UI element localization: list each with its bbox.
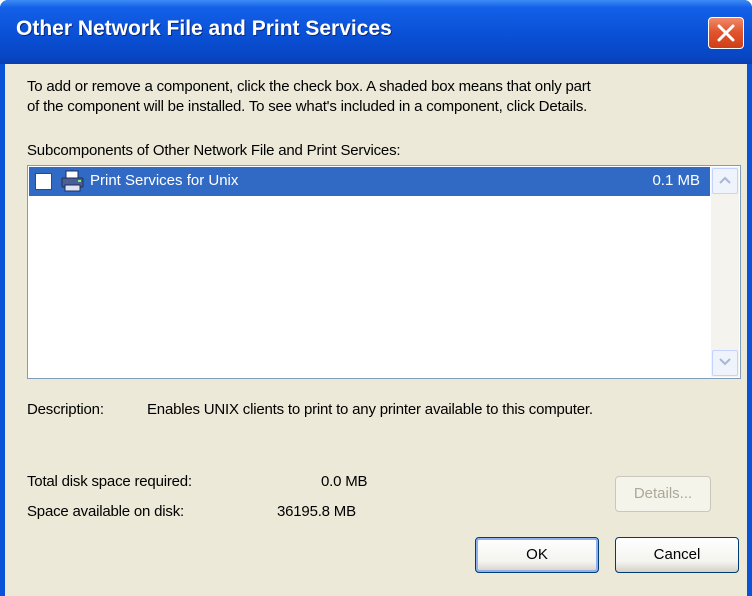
chevron-down-icon [719,358,731,366]
disk-available-label: Space available on disk: [27,503,184,520]
scroll-up-button[interactable] [712,168,738,194]
dialog-window: Other Network File and Print Services To… [0,0,752,596]
list-item-label: Print Services for Unix [90,172,239,189]
disk-required-label: Total disk space required: [27,473,192,490]
title-bar[interactable]: Other Network File and Print Services [0,0,752,64]
description-text: Enables UNIX clients to print to any pri… [147,401,593,418]
subcomponents-list[interactable]: Print Services for Unix 0.1 MB [27,165,741,379]
disk-available-value: 36195.8 MB [277,503,356,520]
details-button[interactable]: Details... [615,476,711,512]
subcomponents-label: Subcomponents of Other Network File and … [27,142,401,159]
cancel-button[interactable]: Cancel [615,537,739,573]
close-button[interactable] [708,17,744,49]
close-icon [717,24,735,42]
list-item[interactable]: Print Services for Unix 0.1 MB [29,167,710,196]
intro-text-line-2: of the component will be installed. To s… [27,98,588,115]
list-item-size: 0.1 MB [652,172,700,189]
chevron-up-icon [719,176,731,184]
window-title: Other Network File and Print Services [16,17,392,40]
intro-text-line-1: To add or remove a component, click the … [27,78,591,95]
disk-required-value: 0.0 MB [321,473,368,490]
description-label: Description: [27,401,104,418]
vertical-scrollbar[interactable] [711,167,739,377]
scroll-down-button[interactable] [712,350,738,376]
ok-button[interactable]: OK [475,537,599,573]
printer-icon [61,170,84,192]
dialog-body: To add or remove a component, click the … [5,64,747,596]
component-checkbox[interactable] [35,173,52,190]
